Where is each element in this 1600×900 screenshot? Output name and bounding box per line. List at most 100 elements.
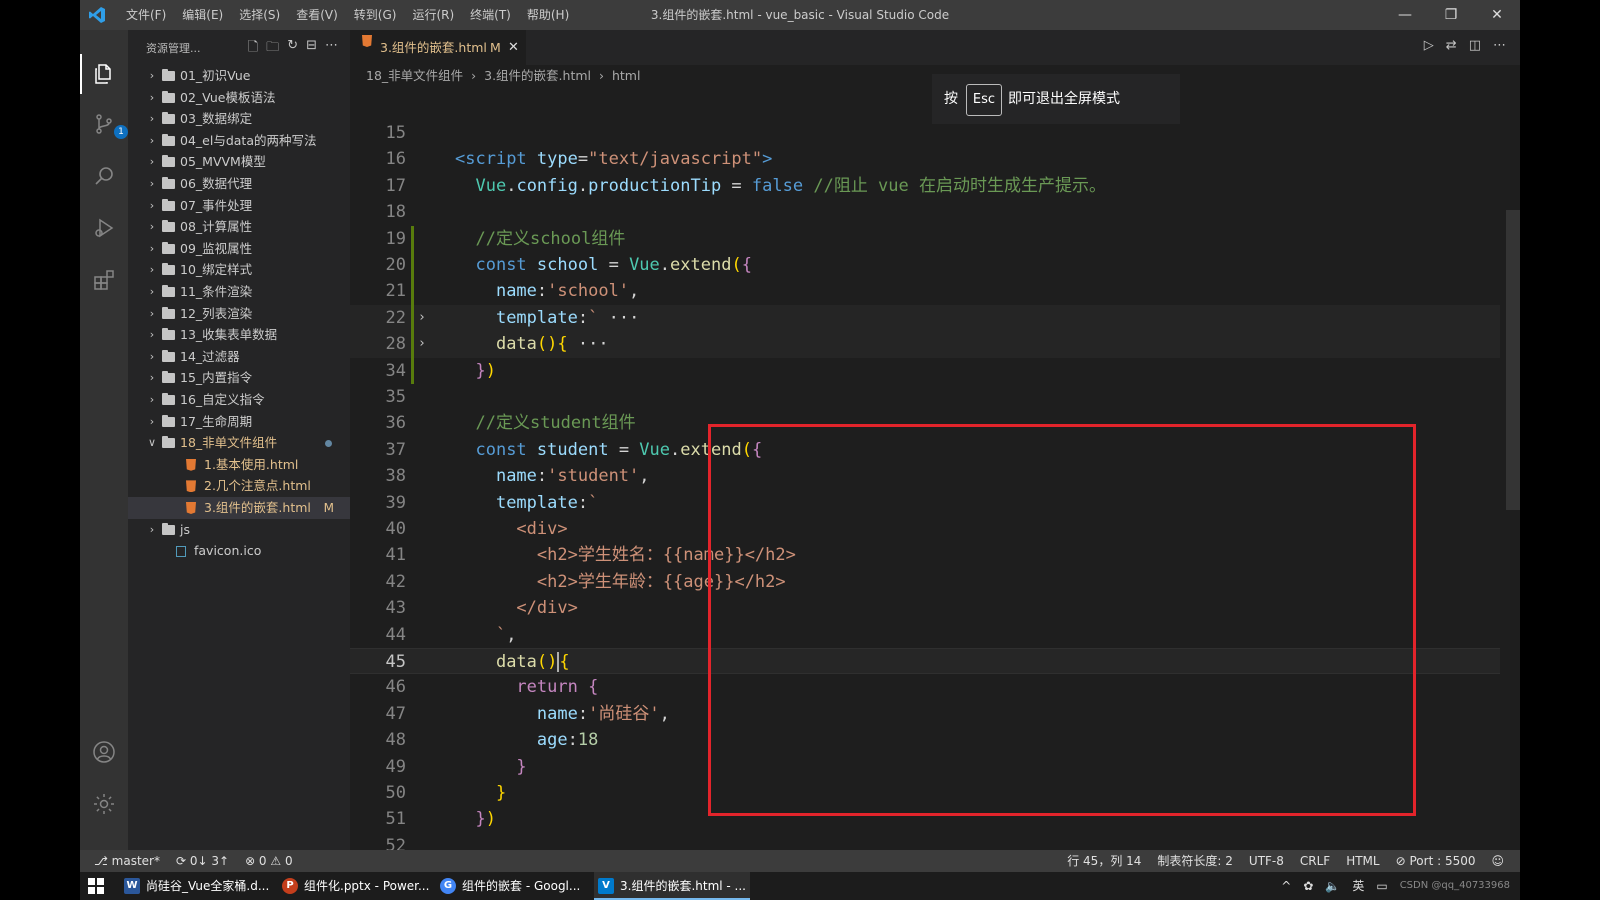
code-line[interactable]: 45 data(){ bbox=[350, 648, 1500, 675]
tree-item[interactable]: › 10_绑定样式 bbox=[128, 259, 350, 281]
taskbar-item-powerpoint[interactable]: P 组件化.pptx - Power... bbox=[278, 872, 430, 900]
language-mode[interactable]: HTML bbox=[1346, 850, 1379, 872]
code-line[interactable]: 44 `, bbox=[350, 622, 1500, 648]
taskbar-item-chrome[interactable]: G 组件的嵌套 - Googl... bbox=[436, 872, 588, 900]
code-line[interactable]: 20 const school = Vue.extend({ bbox=[350, 252, 1500, 278]
volume-icon[interactable]: 🔈 bbox=[1325, 872, 1340, 900]
tab-size[interactable]: 制表符长度: 2 bbox=[1157, 850, 1233, 872]
code-line[interactable]: 37 const student = Vue.extend({ bbox=[350, 437, 1500, 463]
fold-chevron-icon[interactable]: › bbox=[418, 331, 426, 357]
compare-icon[interactable]: ⇄ bbox=[1446, 38, 1457, 53]
chevron-right-icon[interactable]: › bbox=[144, 389, 160, 411]
chevron-right-icon[interactable]: › bbox=[144, 259, 160, 281]
tree-item[interactable]: › 14_过滤器 bbox=[128, 346, 350, 368]
tree-item[interactable]: › 02_Vue模板语法 bbox=[128, 87, 350, 109]
code-line[interactable]: 21 name:'school', bbox=[350, 278, 1500, 304]
run-icon[interactable]: ▷ bbox=[1424, 38, 1434, 53]
code-line[interactable]: 39 template:` bbox=[350, 490, 1500, 516]
code-line[interactable]: 18 bbox=[350, 199, 1500, 225]
menu-run[interactable]: 运行(R) bbox=[406, 0, 460, 30]
code-line[interactable]: 15 bbox=[350, 120, 1500, 146]
sync-status[interactable]: ⟳ 0↓ 3↑ bbox=[176, 850, 229, 872]
live-server-port[interactable]: ⊘ Port : 5500 bbox=[1396, 850, 1476, 872]
more-icon[interactable]: ⋯ bbox=[1493, 38, 1506, 53]
input-language[interactable]: 英 bbox=[1352, 872, 1364, 900]
chevron-right-icon[interactable]: › bbox=[144, 367, 160, 389]
code-line[interactable]: 47 name:'尚硅谷', bbox=[350, 701, 1500, 727]
tree-item[interactable]: › 12_列表渲染 bbox=[128, 303, 350, 325]
chevron-right-icon[interactable]: › bbox=[144, 173, 160, 195]
tree-item[interactable]: 2.几个注意点.html bbox=[128, 475, 350, 497]
chevron-right-icon[interactable]: › bbox=[144, 281, 160, 303]
tree-item[interactable]: › 07_事件处理 bbox=[128, 195, 350, 217]
chevron-right-icon[interactable]: › bbox=[144, 216, 160, 238]
menu-file[interactable]: 文件(F) bbox=[120, 0, 172, 30]
code-line[interactable]: 16 <script type="text/javascript"> bbox=[350, 146, 1500, 172]
feedback-icon[interactable]: ☺ bbox=[1491, 850, 1504, 872]
code-line[interactable]: 36 //定义student组件 bbox=[350, 410, 1500, 436]
tree-item[interactable]: favicon.ico bbox=[128, 540, 350, 562]
breadcrumb-folder[interactable]: 18_非单文件组件 bbox=[366, 68, 463, 83]
chevron-right-icon[interactable]: › bbox=[144, 519, 160, 541]
tree-item[interactable]: › js bbox=[128, 519, 350, 541]
code-line[interactable]: 43 </div> bbox=[350, 595, 1500, 621]
code-line[interactable]: 48 age:18 bbox=[350, 727, 1500, 753]
chevron-right-icon[interactable]: › bbox=[144, 346, 160, 368]
new-folder-icon[interactable]: 🗀 bbox=[266, 38, 279, 60]
branch-status[interactable]: ⎇ master* bbox=[94, 850, 160, 872]
windows-start-icon[interactable] bbox=[88, 878, 104, 894]
chevron-right-icon[interactable]: › bbox=[144, 324, 160, 346]
chevron-right-icon[interactable]: › bbox=[144, 65, 160, 87]
tree-item[interactable]: › 16_自定义指令 bbox=[128, 389, 350, 411]
code-line[interactable]: 46 return { bbox=[350, 674, 1500, 700]
tree-item[interactable]: › 08_计算属性 bbox=[128, 216, 350, 238]
tree-item[interactable]: › 01_初识Vue bbox=[128, 65, 350, 87]
menu-edit[interactable]: 编辑(E) bbox=[176, 0, 229, 30]
chevron-right-icon[interactable]: › bbox=[144, 303, 160, 325]
breadcrumb-symbol[interactable]: html bbox=[612, 68, 640, 83]
chevron-down-icon[interactable]: ∨ bbox=[144, 432, 160, 454]
code-line[interactable]: 40 <div> bbox=[350, 516, 1500, 542]
code-line[interactable]: 42 <h2>学生年龄：{{age}}</h2> bbox=[350, 569, 1500, 595]
tab-close-icon[interactable]: ✕ bbox=[508, 30, 519, 65]
encoding[interactable]: UTF-8 bbox=[1249, 850, 1284, 872]
tree-item[interactable]: › 06_数据代理 bbox=[128, 173, 350, 195]
code-line[interactable]: 49 } bbox=[350, 754, 1500, 780]
chevron-right-icon[interactable]: › bbox=[144, 411, 160, 433]
run-debug-icon[interactable] bbox=[88, 212, 120, 244]
settings-gear-icon[interactable] bbox=[88, 788, 120, 820]
menu-go[interactable]: 转到(G) bbox=[348, 0, 403, 30]
search-icon[interactable] bbox=[88, 160, 120, 192]
new-file-icon[interactable]: 🗋 bbox=[248, 38, 258, 60]
code-line[interactable]: 38 name:'student', bbox=[350, 463, 1500, 489]
close-window-button[interactable]: ✕ bbox=[1474, 0, 1520, 30]
tray-app-icon[interactable]: ✿ bbox=[1303, 872, 1313, 900]
chevron-right-icon[interactable]: › bbox=[144, 151, 160, 173]
extensions-icon[interactable] bbox=[88, 264, 120, 296]
code-line[interactable]: 50 } bbox=[350, 780, 1500, 806]
more-actions-icon[interactable]: ⋯ bbox=[325, 38, 338, 60]
menu-terminal[interactable]: 终端(T) bbox=[464, 0, 517, 30]
minimize-button[interactable]: — bbox=[1382, 0, 1428, 30]
menu-help[interactable]: 帮助(H) bbox=[521, 0, 575, 30]
problems-status[interactable]: ⊗ 0 ⚠ 0 bbox=[245, 850, 293, 872]
code-line[interactable]: 34 }) bbox=[350, 358, 1500, 384]
vertical-scrollbar[interactable] bbox=[1506, 210, 1520, 510]
code-line[interactable]: 28 › data(){ ··· bbox=[350, 331, 1500, 358]
chevron-right-icon[interactable]: › bbox=[144, 130, 160, 152]
code-line[interactable]: 22 › template:` ··· bbox=[350, 304, 1500, 332]
notification-icon[interactable]: ▭ bbox=[1376, 872, 1387, 900]
tree-item[interactable]: › 11_条件渲染 bbox=[128, 281, 350, 303]
menu-selection[interactable]: 选择(S) bbox=[233, 0, 286, 30]
chevron-right-icon[interactable]: › bbox=[144, 238, 160, 260]
taskbar-item-vscode[interactable]: V 3.组件的嵌套.html - ... bbox=[594, 872, 750, 900]
split-editor-icon[interactable]: ◫ bbox=[1469, 38, 1481, 53]
taskbar-item-word[interactable]: W 尚硅谷_Vue全家桶.d... bbox=[120, 872, 270, 900]
fold-chevron-icon[interactable]: › bbox=[418, 305, 426, 331]
tray-chevron-icon[interactable]: ^ bbox=[1281, 872, 1291, 900]
tree-item[interactable]: › 04_el与data的两种写法 bbox=[128, 130, 350, 152]
chevron-right-icon[interactable]: › bbox=[144, 87, 160, 109]
tree-item[interactable]: 1.基本使用.html bbox=[128, 454, 350, 476]
code-line[interactable]: 51 }) bbox=[350, 806, 1500, 832]
code-line[interactable]: 19 //定义school组件 bbox=[350, 226, 1500, 252]
